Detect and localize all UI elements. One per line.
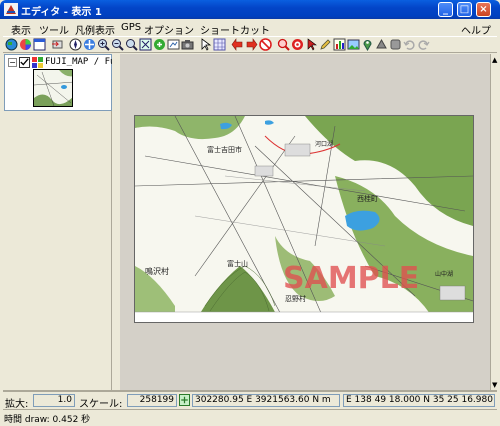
timing-bar: 時間 draw: 0.452 秒 <box>3 409 497 425</box>
globe-icon[interactable] <box>5 38 18 51</box>
zoom-minus-icon[interactable] <box>111 38 124 51</box>
map-label: 山中湖 <box>435 270 453 278</box>
camera-icon[interactable] <box>181 38 194 51</box>
zoom-in-icon[interactable] <box>97 38 110 51</box>
redo-icon[interactable] <box>417 38 430 51</box>
coordinate-toggle-icon[interactable] <box>179 394 190 406</box>
map-label: 鳴沢村 <box>145 266 169 276</box>
close-icon[interactable]: × <box>476 2 491 17</box>
zoom-out-icon[interactable] <box>125 38 138 51</box>
zoom-label: 拡大: <box>5 399 29 410</box>
layer-name[interactable]: FUJI_MAP / Fuji <box>45 57 112 67</box>
maximize-icon[interactable]: □ <box>457 2 472 17</box>
menu-legend[interactable]: 凡例表示 <box>75 22 115 37</box>
map-label: 西桂町 <box>357 194 378 203</box>
menu-gps[interactable]: GPS <box>121 22 141 33</box>
layer-visibility-checkbox[interactable] <box>19 57 30 68</box>
minimize-icon[interactable]: _ <box>438 2 453 17</box>
layer-arrow-icon[interactable] <box>51 38 64 51</box>
compass-icon[interactable] <box>69 38 82 51</box>
raster-layer-icon <box>32 57 43 68</box>
arrow-left-icon[interactable] <box>231 38 244 51</box>
menu-help[interactable]: ヘルプ <box>461 22 491 37</box>
pan-icon[interactable] <box>153 38 166 51</box>
status-divider <box>3 390 497 392</box>
arrow-right-icon[interactable] <box>245 38 258 51</box>
status-bar: 拡大: 1.0 スケール: 258199 302280.95 E 3921563… <box>3 393 497 410</box>
menu-view[interactable]: 表示 <box>11 22 31 37</box>
zoom-extent-icon[interactable] <box>139 38 152 51</box>
magnifier-red-icon[interactable] <box>277 38 290 51</box>
stop-icon[interactable] <box>259 38 272 51</box>
window-icon[interactable] <box>33 38 46 51</box>
scale-label: スケール: <box>79 399 123 410</box>
sample-watermark: SAMPLE <box>283 261 419 296</box>
edit-pen-icon[interactable] <box>319 38 332 51</box>
cursor-pointer-icon[interactable] <box>199 38 212 51</box>
shape-icon[interactable] <box>375 38 388 51</box>
image-icon[interactable] <box>347 38 360 51</box>
menu-bar: 表示 ツール 凡例表示 GPS オプション ショートカット ヘルプ <box>3 19 497 37</box>
select-arrow-icon[interactable] <box>305 38 318 51</box>
menu-shortcut[interactable]: ショートカット <box>200 22 270 37</box>
app-icon <box>4 3 18 16</box>
collapse-icon[interactable]: − <box>8 58 17 67</box>
map-image[interactable]: 富士吉田市 西桂町 河口湖 鳴沢村 富士山 忍野村 山中湖 SAMPLE <box>134 115 474 323</box>
scroll-down-icon[interactable]: ▼ <box>492 381 497 389</box>
toolbar <box>3 36 497 53</box>
draw-tool-icon[interactable] <box>167 38 180 51</box>
scale-field: 258199 <box>127 394 177 407</box>
layer-list: − FUJI_MAP / Fuji <box>4 54 112 111</box>
draw-time-text: 時間 draw: 0.452 秒 <box>4 415 91 425</box>
title-bar: エディタ - 表示 1 _ □ × <box>0 0 500 19</box>
map-label: 富士吉田市 <box>207 145 242 154</box>
vertical-scrollbar[interactable]: ▲ ▼ <box>490 54 497 391</box>
layer-thumbnail <box>33 69 73 107</box>
scroll-up-icon[interactable]: ▲ <box>492 56 497 64</box>
gray-box-icon[interactable] <box>389 38 402 51</box>
zoom-field: 1.0 <box>33 394 75 407</box>
undo-icon[interactable] <box>403 38 416 51</box>
map-viewport[interactable]: 富士吉田市 西桂町 河口湖 鳴沢村 富士山 忍野村 山中湖 SAMPLE <box>120 54 490 391</box>
menu-options[interactable]: オプション <box>144 22 194 37</box>
pin-icon[interactable] <box>361 38 374 51</box>
xy-coordinate-field: 302280.95 E 3921563.60 N m <box>192 394 340 407</box>
cross-arrows-icon[interactable] <box>83 38 96 51</box>
grid-icon[interactable] <box>213 38 226 51</box>
layer-panel: − FUJI_MAP / Fuji <box>4 54 112 391</box>
latlon-coordinate-field: E 138 49 18.000 N 35 25 16.980 <box>343 394 495 407</box>
window-title: エディタ - 表示 1 <box>21 7 102 18</box>
map-label: 富士山 <box>227 259 248 268</box>
color-wheel-icon[interactable] <box>19 38 32 51</box>
target-icon[interactable] <box>291 38 304 51</box>
chart-icon[interactable] <box>333 38 346 51</box>
map-label: 河口湖 <box>315 140 333 148</box>
menu-tools[interactable]: ツール <box>39 22 69 37</box>
